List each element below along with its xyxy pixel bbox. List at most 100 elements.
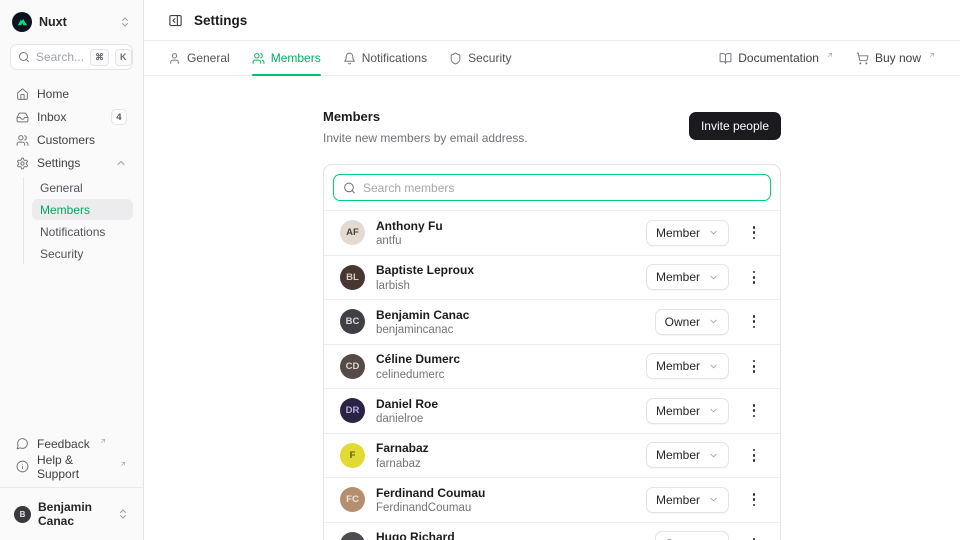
- row-menu-button[interactable]: [744, 353, 764, 379]
- tab-notifications[interactable]: Notifications: [343, 41, 427, 75]
- kbd-cmd: ⌘: [90, 49, 109, 66]
- member-username: danielroe: [376, 413, 438, 425]
- sidebar-search-input[interactable]: Search... ⌘ K: [10, 44, 133, 70]
- book-open-icon: [719, 52, 732, 65]
- chevron-down-icon: [708, 316, 719, 327]
- chevrons-up-down-icon: [119, 16, 131, 28]
- member-username: farnabaz: [376, 458, 429, 470]
- users-icon: [252, 52, 265, 65]
- sidebar-item-inbox[interactable]: Inbox 4: [10, 106, 133, 128]
- role-select[interactable]: Member: [646, 264, 729, 290]
- members-section-header: Members Invite new members by email addr…: [323, 109, 781, 145]
- chevron-down-icon: [708, 361, 719, 372]
- sidebar: Nuxt Search... ⌘ K Home Inbox 4 Customer…: [0, 0, 144, 540]
- role-select[interactable]: Member: [646, 220, 729, 246]
- workspace-name: Nuxt: [39, 15, 112, 29]
- invite-people-button[interactable]: Invite people: [689, 112, 781, 140]
- page-header: Settings: [144, 0, 960, 41]
- panel-left-close-icon: [168, 13, 183, 28]
- sidebar-item-home[interactable]: Home: [10, 83, 133, 105]
- documentation-link[interactable]: Documentation: [719, 41, 834, 75]
- sidebar-collapse-button[interactable]: [168, 13, 183, 28]
- feedback-link[interactable]: Feedback: [10, 433, 133, 454]
- avatar: BL: [340, 265, 365, 290]
- section-title: Members: [323, 109, 528, 124]
- sidebar-item-security[interactable]: Security: [32, 243, 133, 264]
- search-icon: [343, 181, 356, 194]
- sidebar-item-settings[interactable]: Settings: [10, 152, 133, 174]
- member-username: larbish: [376, 280, 474, 292]
- sidebar-item-notifications[interactable]: Notifications: [32, 221, 133, 242]
- tab-security[interactable]: Security: [449, 41, 511, 75]
- search-icon: [18, 51, 30, 63]
- role-select[interactable]: Member: [646, 442, 729, 468]
- buy-now-link[interactable]: Buy now: [856, 41, 936, 75]
- inbox-icon: [16, 111, 29, 124]
- page-header-title: Settings: [194, 13, 247, 28]
- sidebar-item-label: Settings: [37, 156, 80, 170]
- avatar: BC: [340, 309, 365, 334]
- chevron-down-icon: [708, 494, 719, 505]
- chevrons-up-down-icon: [117, 508, 129, 520]
- external-link-icon: [928, 51, 936, 59]
- member-name: Benjamin Canac: [376, 308, 469, 322]
- search-members-input[interactable]: [333, 174, 771, 201]
- member-row: AF Anthony Fuantfu Member: [324, 210, 780, 255]
- help-support-link[interactable]: Help & Support: [10, 456, 133, 477]
- row-menu-button[interactable]: [744, 487, 764, 513]
- sidebar-footer: Feedback Help & Support B Benjamin Canac: [10, 433, 133, 528]
- nuxt-logo-icon: [12, 12, 32, 32]
- row-menu-button[interactable]: [744, 264, 764, 290]
- sidebar-nav: Home Inbox 4 Customers Settings General …: [10, 83, 133, 264]
- external-link-icon: [99, 437, 107, 445]
- user-icon: [168, 52, 181, 65]
- content: Members Invite new members by email addr…: [144, 76, 960, 540]
- sidebar-item-label: Home: [37, 87, 69, 101]
- member-username: celinedumerc: [376, 369, 460, 381]
- sidebar-search-placeholder: Search...: [36, 50, 84, 64]
- row-menu-button[interactable]: [744, 309, 764, 335]
- member-row: F Farnabaz farnabaz Member: [324, 433, 780, 478]
- member-name: Ferdinand Coumau: [376, 486, 485, 500]
- member-row: FC Ferdinand CoumauFerdinandCoumau Membe…: [324, 477, 780, 522]
- sidebar-item-general[interactable]: General: [32, 177, 133, 198]
- avatar: F: [340, 443, 365, 468]
- role-select[interactable]: Member: [646, 487, 729, 513]
- bell-icon: [343, 52, 356, 65]
- sidebar-item-label: Customers: [37, 133, 95, 147]
- user-menu[interactable]: B Benjamin Canac: [10, 498, 133, 528]
- sidebar-item-customers[interactable]: Customers: [10, 129, 133, 151]
- member-name: Daniel Roe: [376, 397, 438, 411]
- workspace-switcher[interactable]: Nuxt: [10, 10, 133, 34]
- sidebar-item-members[interactable]: Members: [32, 199, 133, 220]
- settings-tabbar: General Members Notifications Security D…: [144, 41, 960, 76]
- role-select[interactable]: Member: [646, 398, 729, 424]
- tab-members[interactable]: Members: [252, 41, 321, 75]
- section-description: Invite new members by email address.: [323, 131, 528, 145]
- avatar: CD: [340, 354, 365, 379]
- role-select[interactable]: Owner: [655, 309, 729, 335]
- role-select[interactable]: Owner: [655, 531, 729, 540]
- row-menu-button[interactable]: [744, 531, 764, 540]
- row-menu-button[interactable]: [744, 398, 764, 424]
- tab-general[interactable]: General: [168, 41, 230, 75]
- shield-icon: [449, 52, 462, 65]
- external-link-icon: [826, 51, 834, 59]
- member-row: DR Daniel Roedanielroe Member: [324, 388, 780, 433]
- members-card: AF Anthony Fuantfu Member BL Baptiste Le…: [323, 164, 781, 540]
- external-link-icon: [119, 460, 127, 468]
- member-name: Farnabaz: [376, 441, 429, 455]
- info-circle-icon: [16, 460, 29, 473]
- row-menu-button[interactable]: [744, 442, 764, 468]
- member-username: antfu: [376, 235, 443, 247]
- chevron-down-icon: [708, 450, 719, 461]
- chevron-up-icon: [115, 157, 127, 169]
- row-menu-button[interactable]: [744, 220, 764, 246]
- shopping-cart-icon: [856, 52, 869, 65]
- user-avatar: B: [14, 506, 31, 523]
- kbd-k: K: [115, 49, 132, 66]
- role-select[interactable]: Member: [646, 353, 729, 379]
- main-area: Settings General Members Notifications S…: [144, 0, 960, 540]
- member-row: CD Céline Dumerccelinedumerc Member: [324, 344, 780, 389]
- users-icon: [16, 134, 29, 147]
